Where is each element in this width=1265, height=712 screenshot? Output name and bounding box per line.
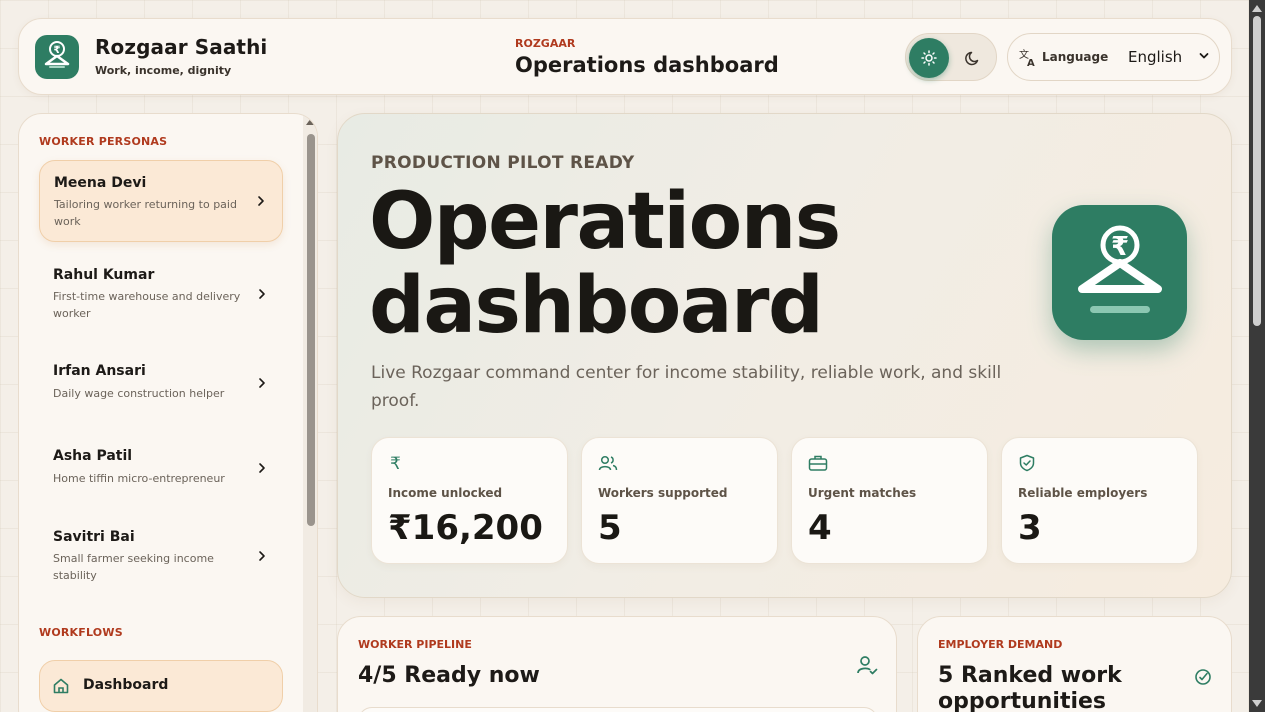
hero-description: Live Rozgaar command center for income s… bbox=[371, 363, 1002, 411]
light-mode-button[interactable] bbox=[909, 38, 949, 78]
stat-value: ₹16,200 bbox=[388, 508, 543, 548]
hero-title: Operations dashboard bbox=[369, 180, 1009, 348]
chevron-down-icon bbox=[1199, 53, 1209, 59]
card-title-line-2: opportunities bbox=[938, 689, 1107, 712]
personas-heading: WORKER PERSONAS bbox=[39, 135, 168, 148]
chevron-right-icon bbox=[259, 378, 265, 388]
sidebar-scrollbar[interactable] bbox=[303, 114, 317, 712]
home-icon bbox=[53, 678, 69, 694]
persona-name: Asha Patil bbox=[53, 448, 133, 464]
persona-desc: Small farmer seeking income stability bbox=[53, 552, 214, 582]
page-scroll-thumb[interactable] bbox=[1253, 16, 1261, 326]
sidebar-scroll-thumb[interactable] bbox=[307, 134, 315, 526]
target-check-icon bbox=[1195, 669, 1211, 685]
hero-panel: PRODUCTION PILOT READY Operations dashbo… bbox=[337, 113, 1232, 598]
svg-text:₹: ₹ bbox=[390, 454, 401, 472]
worker-pipeline-card: WORKER PIPELINE 4/5 Ready now bbox=[337, 616, 897, 712]
user-check-icon bbox=[857, 656, 878, 675]
language-value: English bbox=[1128, 48, 1183, 66]
stat-label: Urgent matches bbox=[808, 486, 917, 500]
stat-label: Workers supported bbox=[598, 486, 728, 500]
card-eyebrow: EMPLOYER DEMAND bbox=[938, 638, 1063, 651]
hero-title-line-1: Operations bbox=[369, 177, 841, 267]
persona-irfan-ansari[interactable]: Irfan Ansari Daily wage construction hel… bbox=[39, 350, 283, 420]
rupee-icon: ₹ bbox=[390, 454, 401, 472]
chevron-right-icon bbox=[258, 196, 264, 206]
theme-toggle bbox=[905, 33, 997, 81]
persona-desc: First-time warehouse and delivery worker bbox=[53, 290, 241, 320]
language-select[interactable]: 文 A Language English bbox=[1007, 33, 1220, 81]
rupee-hanger-logo-icon: ₹ bbox=[1052, 205, 1187, 340]
persona-savitri-bai[interactable]: Savitri Bai Small farmer seeking income … bbox=[39, 516, 283, 598]
sidebar: WORKER PERSONAS Meena Devi Tailoring wor… bbox=[18, 113, 318, 712]
card-eyebrow: WORKER PIPELINE bbox=[358, 638, 472, 651]
page-title: Operations dashboard bbox=[515, 53, 779, 77]
persona-rahul-kumar[interactable]: Rahul Kumar First-time warehouse and del… bbox=[39, 254, 283, 336]
brand-logo-icon[interactable]: ₹ bbox=[35, 35, 79, 79]
employer-demand-card: EMPLOYER DEMAND 5 Ranked work opportunit… bbox=[917, 616, 1232, 712]
persona-name: Savitri Bai bbox=[53, 529, 135, 545]
stat-card-income: ₹ Income unlocked ₹16,200 bbox=[371, 437, 568, 564]
card-title: 5 Ranked work opportunities bbox=[938, 663, 1122, 712]
scroll-up-arrow-icon[interactable] bbox=[306, 118, 316, 125]
chevron-right-icon bbox=[259, 289, 265, 299]
stat-value: 4 bbox=[808, 508, 832, 548]
persona-desc: Tailoring worker returning to paid work bbox=[54, 198, 237, 228]
sun-icon bbox=[921, 50, 937, 66]
pipeline-inner-panel bbox=[358, 707, 878, 712]
svg-text:₹: ₹ bbox=[54, 45, 61, 56]
persona-name: Meena Devi bbox=[54, 175, 147, 191]
persona-desc: Daily wage construction helper bbox=[53, 387, 225, 400]
persona-name: Rahul Kumar bbox=[53, 267, 155, 283]
stat-label: Reliable employers bbox=[1018, 486, 1148, 500]
moon-icon bbox=[965, 51, 979, 66]
shield-check-icon bbox=[1019, 454, 1035, 472]
chevron-right-icon bbox=[259, 551, 265, 561]
persona-asha-patil[interactable]: Asha Patil Home tiffin micro-entrepreneu… bbox=[39, 435, 283, 505]
page-scrollbar[interactable] bbox=[1249, 0, 1265, 712]
svg-text:₹: ₹ bbox=[1111, 232, 1129, 262]
persona-desc: Home tiffin micro-entrepreneur bbox=[53, 472, 225, 485]
svg-text:A: A bbox=[1027, 58, 1035, 68]
users-icon bbox=[598, 455, 618, 471]
stat-card-employers: Reliable employers 3 bbox=[1001, 437, 1198, 564]
header-eyebrow: ROZGAAR bbox=[515, 37, 576, 50]
stat-value: 5 bbox=[598, 508, 622, 548]
dark-mode-button[interactable] bbox=[953, 38, 993, 78]
card-title: 4/5 Ready now bbox=[358, 663, 540, 688]
stat-label: Income unlocked bbox=[388, 486, 503, 500]
persona-name: Irfan Ansari bbox=[53, 363, 146, 379]
top-header: ₹ Rozgaar Saathi Work, income, dignity R… bbox=[18, 18, 1232, 95]
briefcase-icon bbox=[808, 455, 828, 471]
brand-tagline: Work, income, dignity bbox=[95, 64, 232, 77]
nav-label: Dashboard bbox=[83, 677, 169, 693]
chevron-right-icon bbox=[259, 463, 265, 473]
persona-meena-devi[interactable]: Meena Devi Tailoring worker returning to… bbox=[39, 160, 283, 242]
nav-item-dashboard[interactable]: Dashboard bbox=[39, 660, 283, 712]
hero-eyebrow: PRODUCTION PILOT READY bbox=[371, 153, 635, 173]
language-label: Language bbox=[1042, 50, 1109, 64]
hero-title-line-2: dashboard bbox=[369, 261, 824, 351]
scroll-down-arrow-icon[interactable] bbox=[1252, 700, 1262, 707]
stat-card-urgent: Urgent matches 4 bbox=[791, 437, 988, 564]
stat-value: 3 bbox=[1018, 508, 1042, 548]
brand-name: Rozgaar Saathi bbox=[95, 35, 268, 59]
scroll-up-arrow-icon[interactable] bbox=[1252, 5, 1262, 12]
translate-icon: 文 A bbox=[1019, 48, 1035, 68]
card-title-line-1: 5 Ranked work bbox=[938, 663, 1122, 688]
stat-card-workers: Workers supported 5 bbox=[581, 437, 778, 564]
workflows-heading: WORKFLOWS bbox=[39, 626, 123, 639]
